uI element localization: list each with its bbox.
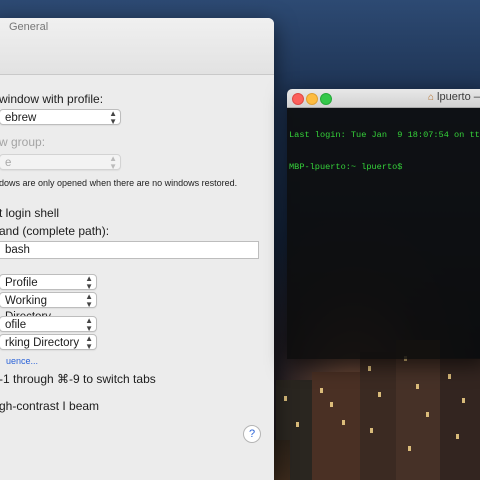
new-window-profile-select[interactable]: ebrew ▲ ▼ — [0, 109, 121, 126]
restore-note: dows are only opened when there are no w… — [0, 178, 238, 188]
terminal-window[interactable]: ⌂ lpuerto — Last login: Tue Jan 9 18:07:5… — [287, 89, 480, 359]
building-window — [284, 396, 287, 401]
chevron-updown-icon: ▲ ▼ — [85, 334, 93, 351]
terminal-line: MBP-lpuerto:~ lpuerto$ — [289, 161, 403, 172]
building-window — [296, 422, 299, 427]
shells-open-with-label: t login shell — [0, 206, 60, 220]
directory-select-2-value: rking Directory — [5, 337, 80, 349]
profile-select-2-value: ofile — [5, 319, 27, 331]
preferences-toolbar: General — [0, 18, 274, 75]
terminal-titlebar[interactable]: ⌂ lpuerto — — [287, 89, 480, 108]
building-window — [330, 402, 333, 407]
close-window-icon[interactable] — [292, 93, 304, 105]
chevron-updown-icon: ▲ ▼ — [85, 292, 93, 309]
directory-select-1[interactable]: Working Directory ▲▼ — [0, 292, 97, 323]
building-window — [448, 374, 451, 379]
new-window-profile-value: ebrew — [5, 112, 37, 124]
profile-select-1-value: Profile — [5, 277, 38, 289]
building-window — [368, 366, 371, 371]
building-window — [320, 388, 323, 393]
command-path-label: and (complete path): — [0, 224, 110, 238]
chevron-updown-icon: ▲ ▼ — [109, 154, 117, 171]
command-path-value: bash — [5, 244, 30, 256]
ibeam-option-label[interactable]: gh-contrast I beam — [0, 399, 99, 413]
building-window — [342, 420, 345, 425]
terminal-preferences-window: General window with profile: ebrew ▲ ▼ w … — [0, 18, 274, 480]
chevron-updown-icon: ▲ ▼ — [85, 274, 93, 291]
profile-select-2[interactable]: ofile ▲ ▼ — [0, 316, 97, 333]
building-window — [378, 392, 381, 397]
new-tab-label: w group: — [0, 135, 46, 149]
new-tab-group-value: e — [5, 157, 12, 169]
tab-general[interactable]: General — [9, 21, 48, 33]
building — [440, 358, 480, 480]
terminal-line: Last login: Tue Jan 9 18:07:54 on tt — [289, 130, 480, 140]
new-window-label: window with profile: — [0, 92, 104, 106]
profile-select-1[interactable]: Profile ▲ ▼ — [0, 274, 97, 291]
chevron-updown-icon: ▲ ▼ — [109, 109, 117, 126]
zoom-window-icon[interactable] — [320, 93, 332, 105]
terminal-output[interactable]: Last login: Tue Jan 9 18:07:54 on tt MBP… — [289, 109, 480, 193]
building-window — [416, 384, 419, 389]
building-window — [426, 412, 429, 417]
building-window — [462, 398, 465, 403]
command-path-input[interactable]: bash — [0, 241, 259, 259]
new-tab-group-select[interactable]: e ▲ ▼ — [0, 154, 121, 171]
terminal-title-text: lpuerto — — [437, 91, 480, 103]
terminal-title: ⌂ lpuerto — — [428, 91, 480, 103]
directory-select-2[interactable]: rking Directory ▲ ▼ — [0, 334, 97, 351]
building — [360, 352, 396, 480]
minimize-window-icon[interactable] — [306, 93, 318, 105]
help-button[interactable]: ? — [243, 425, 261, 443]
chevron-updown-icon: ▲ ▼ — [85, 316, 93, 333]
home-icon: ⌂ — [428, 92, 435, 103]
building-window — [456, 434, 459, 439]
switch-tabs-option-label[interactable]: -1 through ⌘-9 to switch tabs — [0, 372, 156, 386]
building — [396, 340, 440, 480]
sequence-link[interactable]: uence... — [6, 356, 38, 366]
building-window — [370, 428, 373, 433]
building-window — [408, 446, 411, 451]
